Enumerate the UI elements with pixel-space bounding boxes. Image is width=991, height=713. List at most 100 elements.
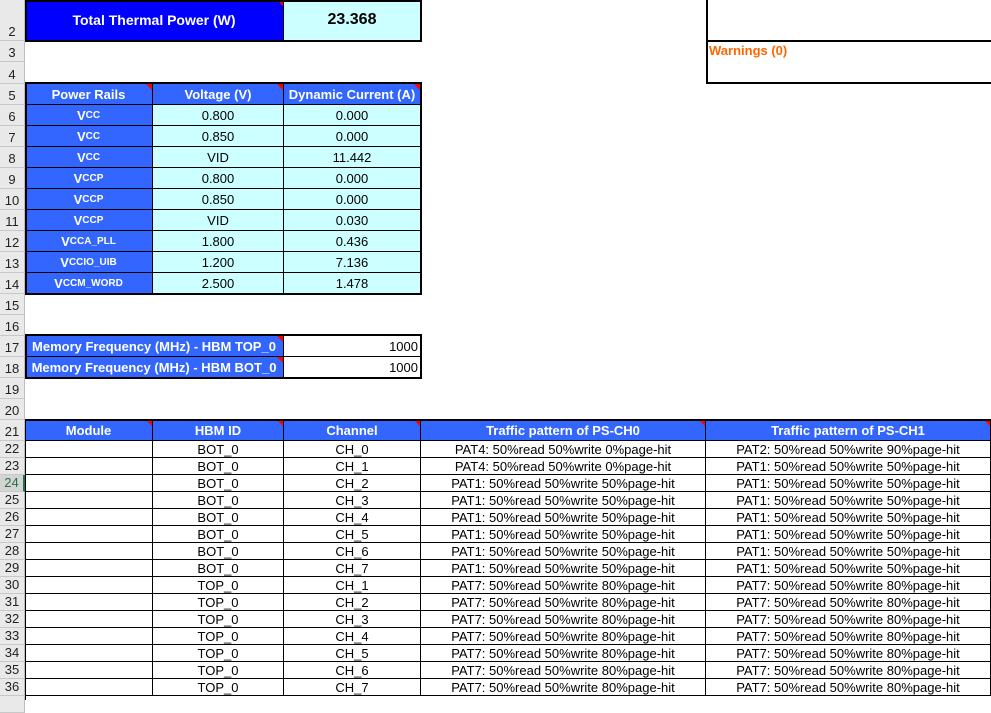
row-header-partial[interactable]: [0, 696, 25, 713]
channel-cell[interactable]: CH_1: [284, 577, 421, 594]
traffic-ps-ch1-cell[interactable]: PAT1: 50%read 50%write 50%page-hit: [706, 509, 991, 526]
traffic-ps-ch1-cell[interactable]: PAT7: 50%read 50%write 80%page-hit: [706, 645, 991, 662]
traffic-ps-ch1-cell[interactable]: PAT1: 50%read 50%write 50%page-hit: [706, 458, 991, 475]
traffic-ps-ch1-cell[interactable]: PAT1: 50%read 50%write 50%page-hit: [706, 560, 991, 577]
traffic-ps-ch1-cell[interactable]: PAT1: 50%read 50%write 50%page-hit: [706, 526, 991, 543]
module-cell[interactable]: [25, 492, 153, 509]
channel-cell[interactable]: CH_5: [284, 645, 421, 662]
rail-current[interactable]: 0.000: [284, 105, 421, 126]
row-header-26[interactable]: 26: [0, 509, 25, 526]
rail-voltage[interactable]: 0.850: [153, 126, 284, 147]
hbm-id-cell[interactable]: TOP_0: [153, 577, 284, 594]
total-power-value[interactable]: 23.368: [284, 0, 421, 41]
row-header-2[interactable]: 2: [0, 0, 25, 41]
channel-cell[interactable]: CH_2: [284, 475, 421, 492]
channel-cell[interactable]: CH_3: [284, 492, 421, 509]
row-header-7[interactable]: 7: [0, 126, 25, 147]
module-cell[interactable]: [25, 662, 153, 679]
row-header-5[interactable]: 5: [0, 84, 25, 105]
row-header-34[interactable]: 34: [0, 645, 25, 662]
row-header-28[interactable]: 28: [0, 543, 25, 560]
module-cell[interactable]: [25, 679, 153, 696]
module-cell[interactable]: [25, 509, 153, 526]
hbm-id-cell[interactable]: TOP_0: [153, 662, 284, 679]
row-header-24[interactable]: 24: [0, 475, 25, 492]
rail-voltage[interactable]: 0.850: [153, 189, 284, 210]
module-cell[interactable]: [25, 611, 153, 628]
traffic-ps-ch1-cell[interactable]: PAT1: 50%read 50%write 50%page-hit: [706, 475, 991, 492]
traffic-ps-ch0-cell[interactable]: PAT1: 50%read 50%write 50%page-hit: [421, 509, 706, 526]
traffic-ps-ch1-cell[interactable]: PAT2: 50%read 50%write 90%page-hit: [706, 441, 991, 458]
row-header-14[interactable]: 14: [0, 273, 25, 294]
row-header-25[interactable]: 25: [0, 492, 25, 509]
channel-cell[interactable]: CH_7: [284, 679, 421, 696]
row-header-35[interactable]: 35: [0, 662, 25, 679]
traffic-ps-ch1-cell[interactable]: PAT7: 50%read 50%write 80%page-hit: [706, 628, 991, 645]
module-cell[interactable]: [25, 458, 153, 475]
row-header-19[interactable]: 19: [0, 378, 25, 399]
hbm-id-cell[interactable]: BOT_0: [153, 543, 284, 560]
rail-voltage[interactable]: 1.800: [153, 231, 284, 252]
module-cell[interactable]: [25, 628, 153, 645]
rail-current[interactable]: 0.000: [284, 189, 421, 210]
traffic-ps-ch1-cell[interactable]: PAT1: 50%read 50%write 50%page-hit: [706, 492, 991, 509]
traffic-ps-ch0-cell[interactable]: PAT1: 50%read 50%write 50%page-hit: [421, 475, 706, 492]
rail-current[interactable]: 7.136: [284, 252, 421, 273]
row-header-36[interactable]: 36: [0, 679, 25, 696]
rail-voltage[interactable]: 0.800: [153, 168, 284, 189]
rail-current[interactable]: 11.442: [284, 147, 421, 168]
module-cell[interactable]: [25, 526, 153, 543]
traffic-ps-ch0-cell[interactable]: PAT7: 50%read 50%write 80%page-hit: [421, 679, 706, 696]
traffic-ps-ch1-cell[interactable]: PAT7: 50%read 50%write 80%page-hit: [706, 577, 991, 594]
row-header-29[interactable]: 29: [0, 560, 25, 577]
channel-cell[interactable]: CH_7: [284, 560, 421, 577]
channel-cell[interactable]: CH_4: [284, 509, 421, 526]
row-header-20[interactable]: 20: [0, 399, 25, 420]
traffic-ps-ch0-cell[interactable]: PAT1: 50%read 50%write 50%page-hit: [421, 560, 706, 577]
memory-frequency-value[interactable]: 1000: [284, 357, 421, 378]
channel-cell[interactable]: CH_2: [284, 594, 421, 611]
row-header-8[interactable]: 8: [0, 147, 25, 168]
channel-cell[interactable]: CH_4: [284, 628, 421, 645]
module-cell[interactable]: [25, 594, 153, 611]
row-header-23[interactable]: 23: [0, 458, 25, 475]
traffic-ps-ch1-cell[interactable]: PAT7: 50%read 50%write 80%page-hit: [706, 662, 991, 679]
traffic-ps-ch0-cell[interactable]: PAT1: 50%read 50%write 50%page-hit: [421, 492, 706, 509]
hbm-id-cell[interactable]: BOT_0: [153, 509, 284, 526]
traffic-ps-ch1-cell[interactable]: PAT7: 50%read 50%write 80%page-hit: [706, 611, 991, 628]
rail-current[interactable]: 0.000: [284, 168, 421, 189]
row-header-12[interactable]: 12: [0, 231, 25, 252]
row-header-30[interactable]: 30: [0, 577, 25, 594]
row-header-17[interactable]: 17: [0, 336, 25, 357]
row-header-10[interactable]: 10: [0, 189, 25, 210]
row-header-22[interactable]: 22: [0, 441, 25, 458]
module-cell[interactable]: [25, 577, 153, 594]
row-header-3[interactable]: 3: [0, 41, 25, 62]
rail-current[interactable]: 1.478: [284, 273, 421, 294]
hbm-id-cell[interactable]: TOP_0: [153, 611, 284, 628]
row-header-9[interactable]: 9: [0, 168, 25, 189]
row-header-18[interactable]: 18: [0, 357, 25, 378]
hbm-id-cell[interactable]: TOP_0: [153, 679, 284, 696]
rail-current[interactable]: 0.436: [284, 231, 421, 252]
row-header-13[interactable]: 13: [0, 252, 25, 273]
channel-cell[interactable]: CH_6: [284, 662, 421, 679]
traffic-ps-ch1-cell[interactable]: PAT7: 50%read 50%write 80%page-hit: [706, 594, 991, 611]
channel-cell[interactable]: CH_5: [284, 526, 421, 543]
hbm-id-cell[interactable]: BOT_0: [153, 475, 284, 492]
traffic-ps-ch0-cell[interactable]: PAT7: 50%read 50%write 80%page-hit: [421, 628, 706, 645]
rail-voltage[interactable]: 1.200: [153, 252, 284, 273]
module-cell[interactable]: [25, 560, 153, 577]
row-header-6[interactable]: 6: [0, 105, 25, 126]
row-header-27[interactable]: 27: [0, 526, 25, 543]
hbm-id-cell[interactable]: TOP_0: [153, 594, 284, 611]
module-cell[interactable]: [25, 645, 153, 662]
row-header-15[interactable]: 15: [0, 294, 25, 315]
channel-cell[interactable]: CH_1: [284, 458, 421, 475]
traffic-ps-ch0-cell[interactable]: PAT7: 50%read 50%write 80%page-hit: [421, 662, 706, 679]
hbm-id-cell[interactable]: TOP_0: [153, 628, 284, 645]
channel-cell[interactable]: CH_0: [284, 441, 421, 458]
rail-voltage[interactable]: 2.500: [153, 273, 284, 294]
traffic-ps-ch0-cell[interactable]: PAT7: 50%read 50%write 80%page-hit: [421, 594, 706, 611]
traffic-ps-ch0-cell[interactable]: PAT7: 50%read 50%write 80%page-hit: [421, 611, 706, 628]
